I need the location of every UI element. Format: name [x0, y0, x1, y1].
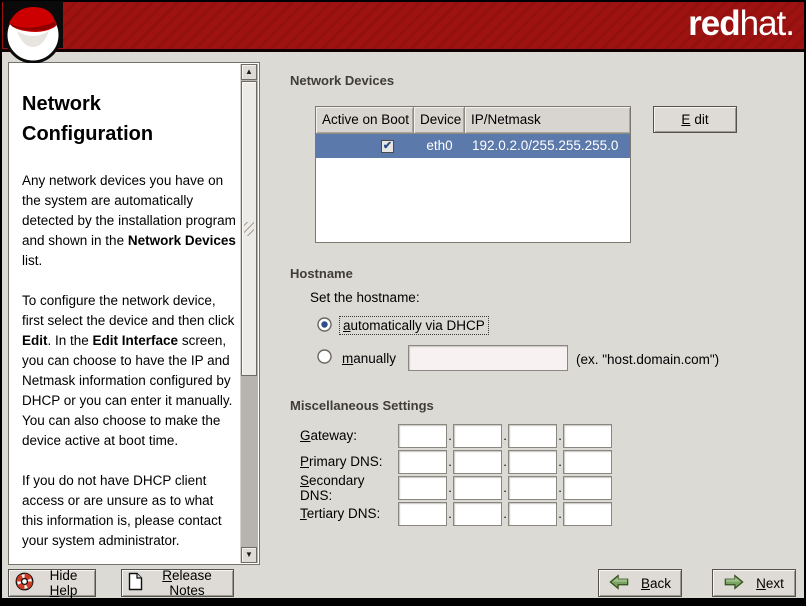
- primary-dns-octet-2[interactable]: [453, 450, 502, 474]
- table-header-row: Active on Boot Device IP/Netmask: [316, 107, 630, 134]
- primary-dns-octet-3[interactable]: [508, 450, 557, 474]
- network-configuration-screen: { "brand": {"bold": "red", "rest": "hat"…: [0, 0, 806, 606]
- hostname-auto-label[interactable]: automatically via DHCP: [339, 316, 489, 335]
- release-notes-label: Release Notes: [147, 568, 227, 598]
- brand-hat: hat: [740, 4, 786, 43]
- primary-dns-label: Primary DNS:: [300, 454, 398, 469]
- help-paragraph: Any network devices you have on the syst…: [22, 171, 236, 271]
- tertiary-dns-octet-1[interactable]: [398, 502, 447, 526]
- scroll-up-icon[interactable]: ▲: [241, 64, 257, 80]
- next-button[interactable]: Next: [712, 569, 796, 597]
- column-header-device[interactable]: Device: [414, 107, 465, 134]
- network-devices-table: Active on Boot Device IP/Netmask ✔ eth0 …: [315, 106, 631, 243]
- active-on-boot-checkbox[interactable]: ✔: [381, 140, 394, 153]
- redhat-shadowman-logo-icon: [3, 1, 67, 68]
- back-arrow-icon: [609, 574, 629, 593]
- column-header-ip-netmask[interactable]: IP/Netmask: [465, 107, 630, 134]
- set-hostname-prompt: Set the hostname:: [310, 290, 420, 305]
- secondary-dns-octet-2[interactable]: [453, 476, 502, 500]
- hostname-section-label: Hostname: [290, 266, 353, 281]
- back-label: Back: [641, 576, 671, 591]
- hide-help-button[interactable]: Hide Help: [8, 569, 96, 597]
- hostname-manual-label[interactable]: manually: [339, 350, 399, 367]
- gateway-octet-2[interactable]: [453, 424, 502, 448]
- release-notes-button[interactable]: Release Notes: [121, 569, 234, 597]
- edit-button[interactable]: Edit: [653, 106, 737, 133]
- active-on-boot-cell: ✔: [316, 134, 414, 158]
- tertiary-dns-octet-3[interactable]: [508, 502, 557, 526]
- secondary-dns-octet-1[interactable]: [398, 476, 447, 500]
- scroll-down-icon[interactable]: ▼: [241, 547, 257, 563]
- tertiary-dns-row: Tertiary DNS: ...: [300, 501, 612, 526]
- ip-netmask-cell: 192.0.2.0/255.255.255.0: [465, 134, 630, 158]
- column-header-active-on-boot[interactable]: Active on Boot: [316, 107, 414, 134]
- secondary-dns-label: Secondary DNS:: [300, 473, 398, 503]
- life-buoy-help-icon: [15, 572, 34, 594]
- help-paragraph: If you do not have DHCP client access or…: [22, 471, 236, 551]
- tertiary-dns-label: Tertiary DNS:: [300, 506, 398, 521]
- help-panel: Network Configuration Any network device…: [8, 62, 260, 565]
- tertiary-dns-octet-4[interactable]: [563, 502, 612, 526]
- brand-red: red: [688, 4, 739, 43]
- gateway-row: Gateway: ...: [300, 423, 612, 448]
- table-row[interactable]: ✔ eth0 192.0.2.0/255.255.255.0: [316, 134, 630, 158]
- window-bottom-border: [0, 598, 806, 606]
- gateway-octet-1[interactable]: [398, 424, 447, 448]
- radio-unselected-icon[interactable]: [317, 349, 332, 367]
- hostname-auto-option[interactable]: automatically via DHCP: [317, 316, 489, 335]
- help-title: Network Configuration: [22, 89, 236, 149]
- gateway-label: Gateway:: [300, 428, 398, 443]
- primary-dns-octet-1[interactable]: [398, 450, 447, 474]
- top-banner: [2, 2, 804, 52]
- secondary-dns-row: Secondary DNS: ...: [300, 475, 612, 500]
- scrollbar-thumb[interactable]: [241, 81, 257, 376]
- network-devices-section-label: Network Devices: [290, 73, 394, 88]
- next-arrow-icon: [724, 574, 744, 593]
- scrollbar-grip: [244, 222, 254, 236]
- document-page-icon: [128, 572, 143, 594]
- hostname-manual-input[interactable]: [408, 345, 568, 371]
- brand-dot: .: [785, 4, 794, 43]
- next-label: Next: [756, 576, 784, 591]
- help-paragraph: To configure the network device, first s…: [22, 291, 236, 451]
- misc-settings-section-label: Miscellaneous Settings: [290, 398, 434, 413]
- help-scrollbar[interactable]: ▲ ▼: [240, 64, 258, 563]
- help-text: Network Configuration Any network device…: [9, 63, 240, 564]
- primary-dns-octet-4[interactable]: [563, 450, 612, 474]
- gateway-octet-4[interactable]: [563, 424, 612, 448]
- back-button[interactable]: Back: [598, 569, 682, 597]
- radio-selected-icon[interactable]: [317, 317, 332, 335]
- redhat-wordmark: redhat.: [688, 4, 794, 44]
- tertiary-dns-octet-2[interactable]: [453, 502, 502, 526]
- secondary-dns-octet-4[interactable]: [563, 476, 612, 500]
- misc-settings-grid: Gateway: ... Primary DNS: ... Secondary …: [300, 423, 612, 527]
- device-cell: eth0: [414, 134, 465, 158]
- gateway-octet-3[interactable]: [508, 424, 557, 448]
- primary-dns-row: Primary DNS: ...: [300, 449, 612, 474]
- hide-help-label: Hide Help: [38, 568, 89, 598]
- secondary-dns-octet-3[interactable]: [508, 476, 557, 500]
- hostname-example-hint: (ex. "host.domain.com"): [576, 352, 719, 367]
- hostname-manual-option[interactable]: manually: [317, 349, 399, 367]
